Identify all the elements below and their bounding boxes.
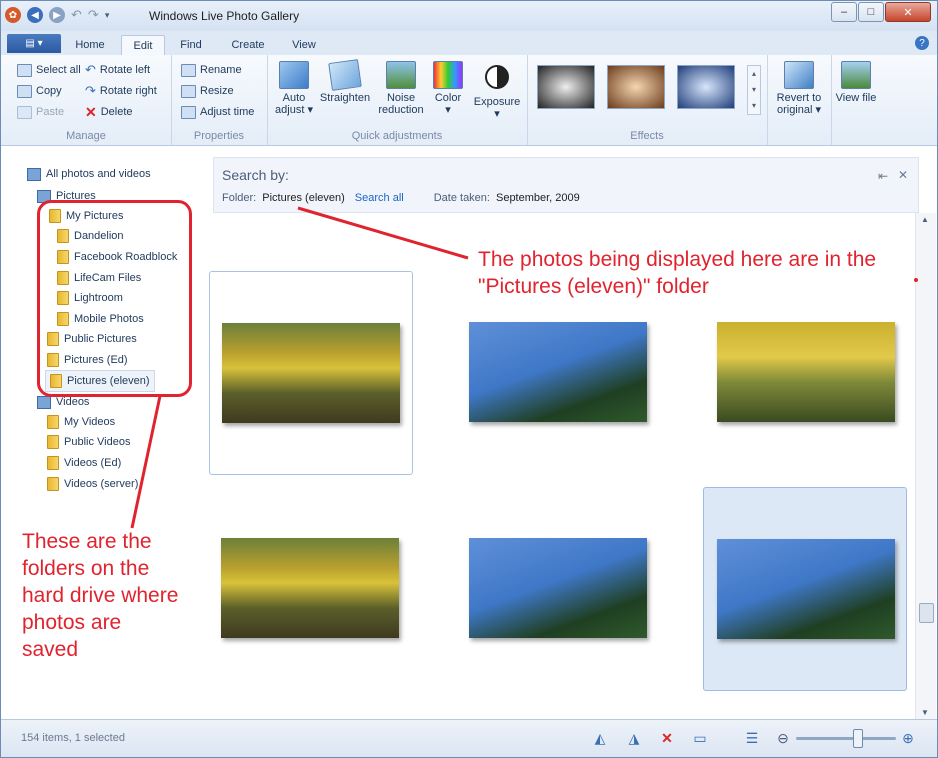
annotation-right-text: The photos being displayed here are in t… bbox=[478, 248, 877, 298]
annotation-arrow-left bbox=[130, 395, 162, 529]
annotation-left-text: These are the folders on the hard drive … bbox=[22, 530, 179, 661]
annotation-dot bbox=[914, 278, 918, 282]
annotation-arrow-right bbox=[297, 206, 469, 260]
